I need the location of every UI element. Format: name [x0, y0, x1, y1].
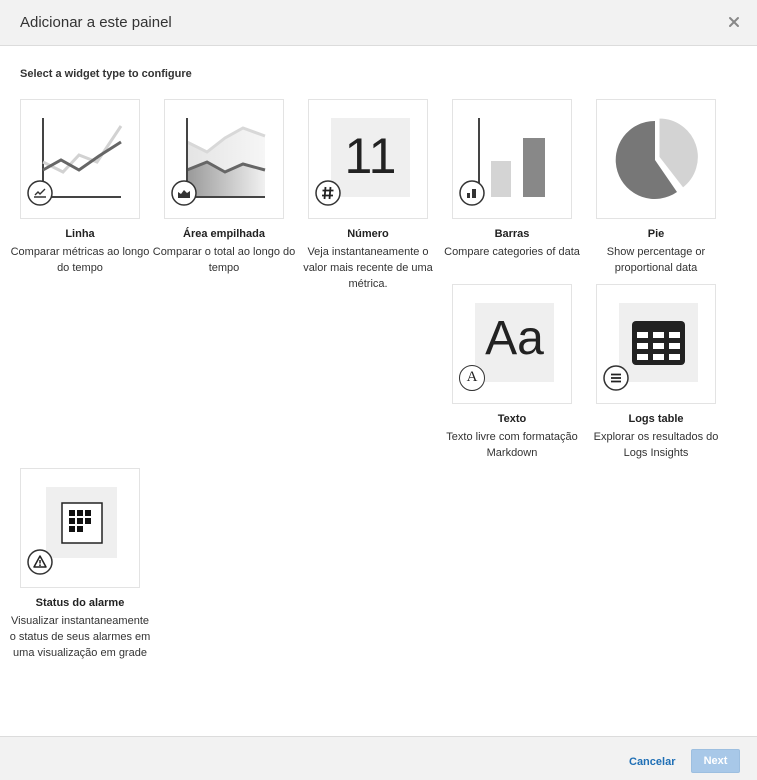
widget-description: Show percentage or proportional data — [606, 246, 706, 274]
widget-thumbnail — [20, 99, 140, 219]
widget-description: Comparar o total ao longo do tempo — [152, 246, 296, 274]
cancel-button[interactable]: Cancelar — [629, 756, 675, 768]
widget-thumbnail: Aa A — [452, 284, 572, 404]
list-icon — [603, 365, 629, 391]
widget-thumbnail — [596, 99, 716, 219]
line-chart-icon — [27, 180, 53, 206]
next-button[interactable]: Next — [691, 749, 740, 773]
number-preview-value: 11 — [344, 128, 397, 184]
pie-chart-illustration — [615, 117, 699, 199]
section-subtitle: Select a widget type to configure — [20, 68, 192, 80]
widget-description: Visualizar instantaneamente o status de … — [9, 615, 151, 659]
widget-description: Texto livre com formatação Markdown — [446, 431, 578, 459]
modal-header: Adicionar a este painel — [0, 0, 757, 46]
widget-title: Logs table — [628, 413, 684, 425]
widget-thumbnail — [164, 99, 284, 219]
widget-title: Barras — [494, 228, 530, 240]
widget-thumbnail — [20, 468, 140, 588]
widget-thumbnail — [596, 284, 716, 404]
widget-title: Pie — [647, 228, 665, 240]
modal-title: Adicionar a este painel — [20, 14, 172, 31]
widget-title: Texto — [497, 413, 527, 425]
modal-footer: Cancelar Next — [0, 736, 757, 780]
widget-title: Status do alarme — [35, 597, 125, 609]
alarm-warning-icon — [27, 549, 53, 575]
widget-thumbnail — [452, 99, 572, 219]
widget-title: Linha — [65, 228, 95, 240]
widget-description: Explorar os resultados do Logs Insights — [593, 431, 719, 459]
text-icon: A — [459, 365, 485, 391]
widget-title: Número — [347, 228, 389, 240]
widget-title: Área empilhada — [183, 228, 265, 240]
hash-icon — [315, 180, 341, 206]
widget-description: Veja instantaneamente o valor mais recen… — [303, 246, 433, 290]
bar-chart-icon — [459, 180, 485, 206]
text-icon-letter: A — [466, 369, 478, 385]
stacked-area-icon — [171, 180, 197, 206]
widget-thumbnail: 11 — [308, 99, 428, 219]
text-preview-value: Aa — [485, 312, 544, 365]
widget-description: Comparar métricas ao longo do tempo — [10, 246, 150, 274]
close-icon[interactable] — [727, 15, 741, 29]
widget-description: Compare categories of data — [444, 246, 580, 258]
